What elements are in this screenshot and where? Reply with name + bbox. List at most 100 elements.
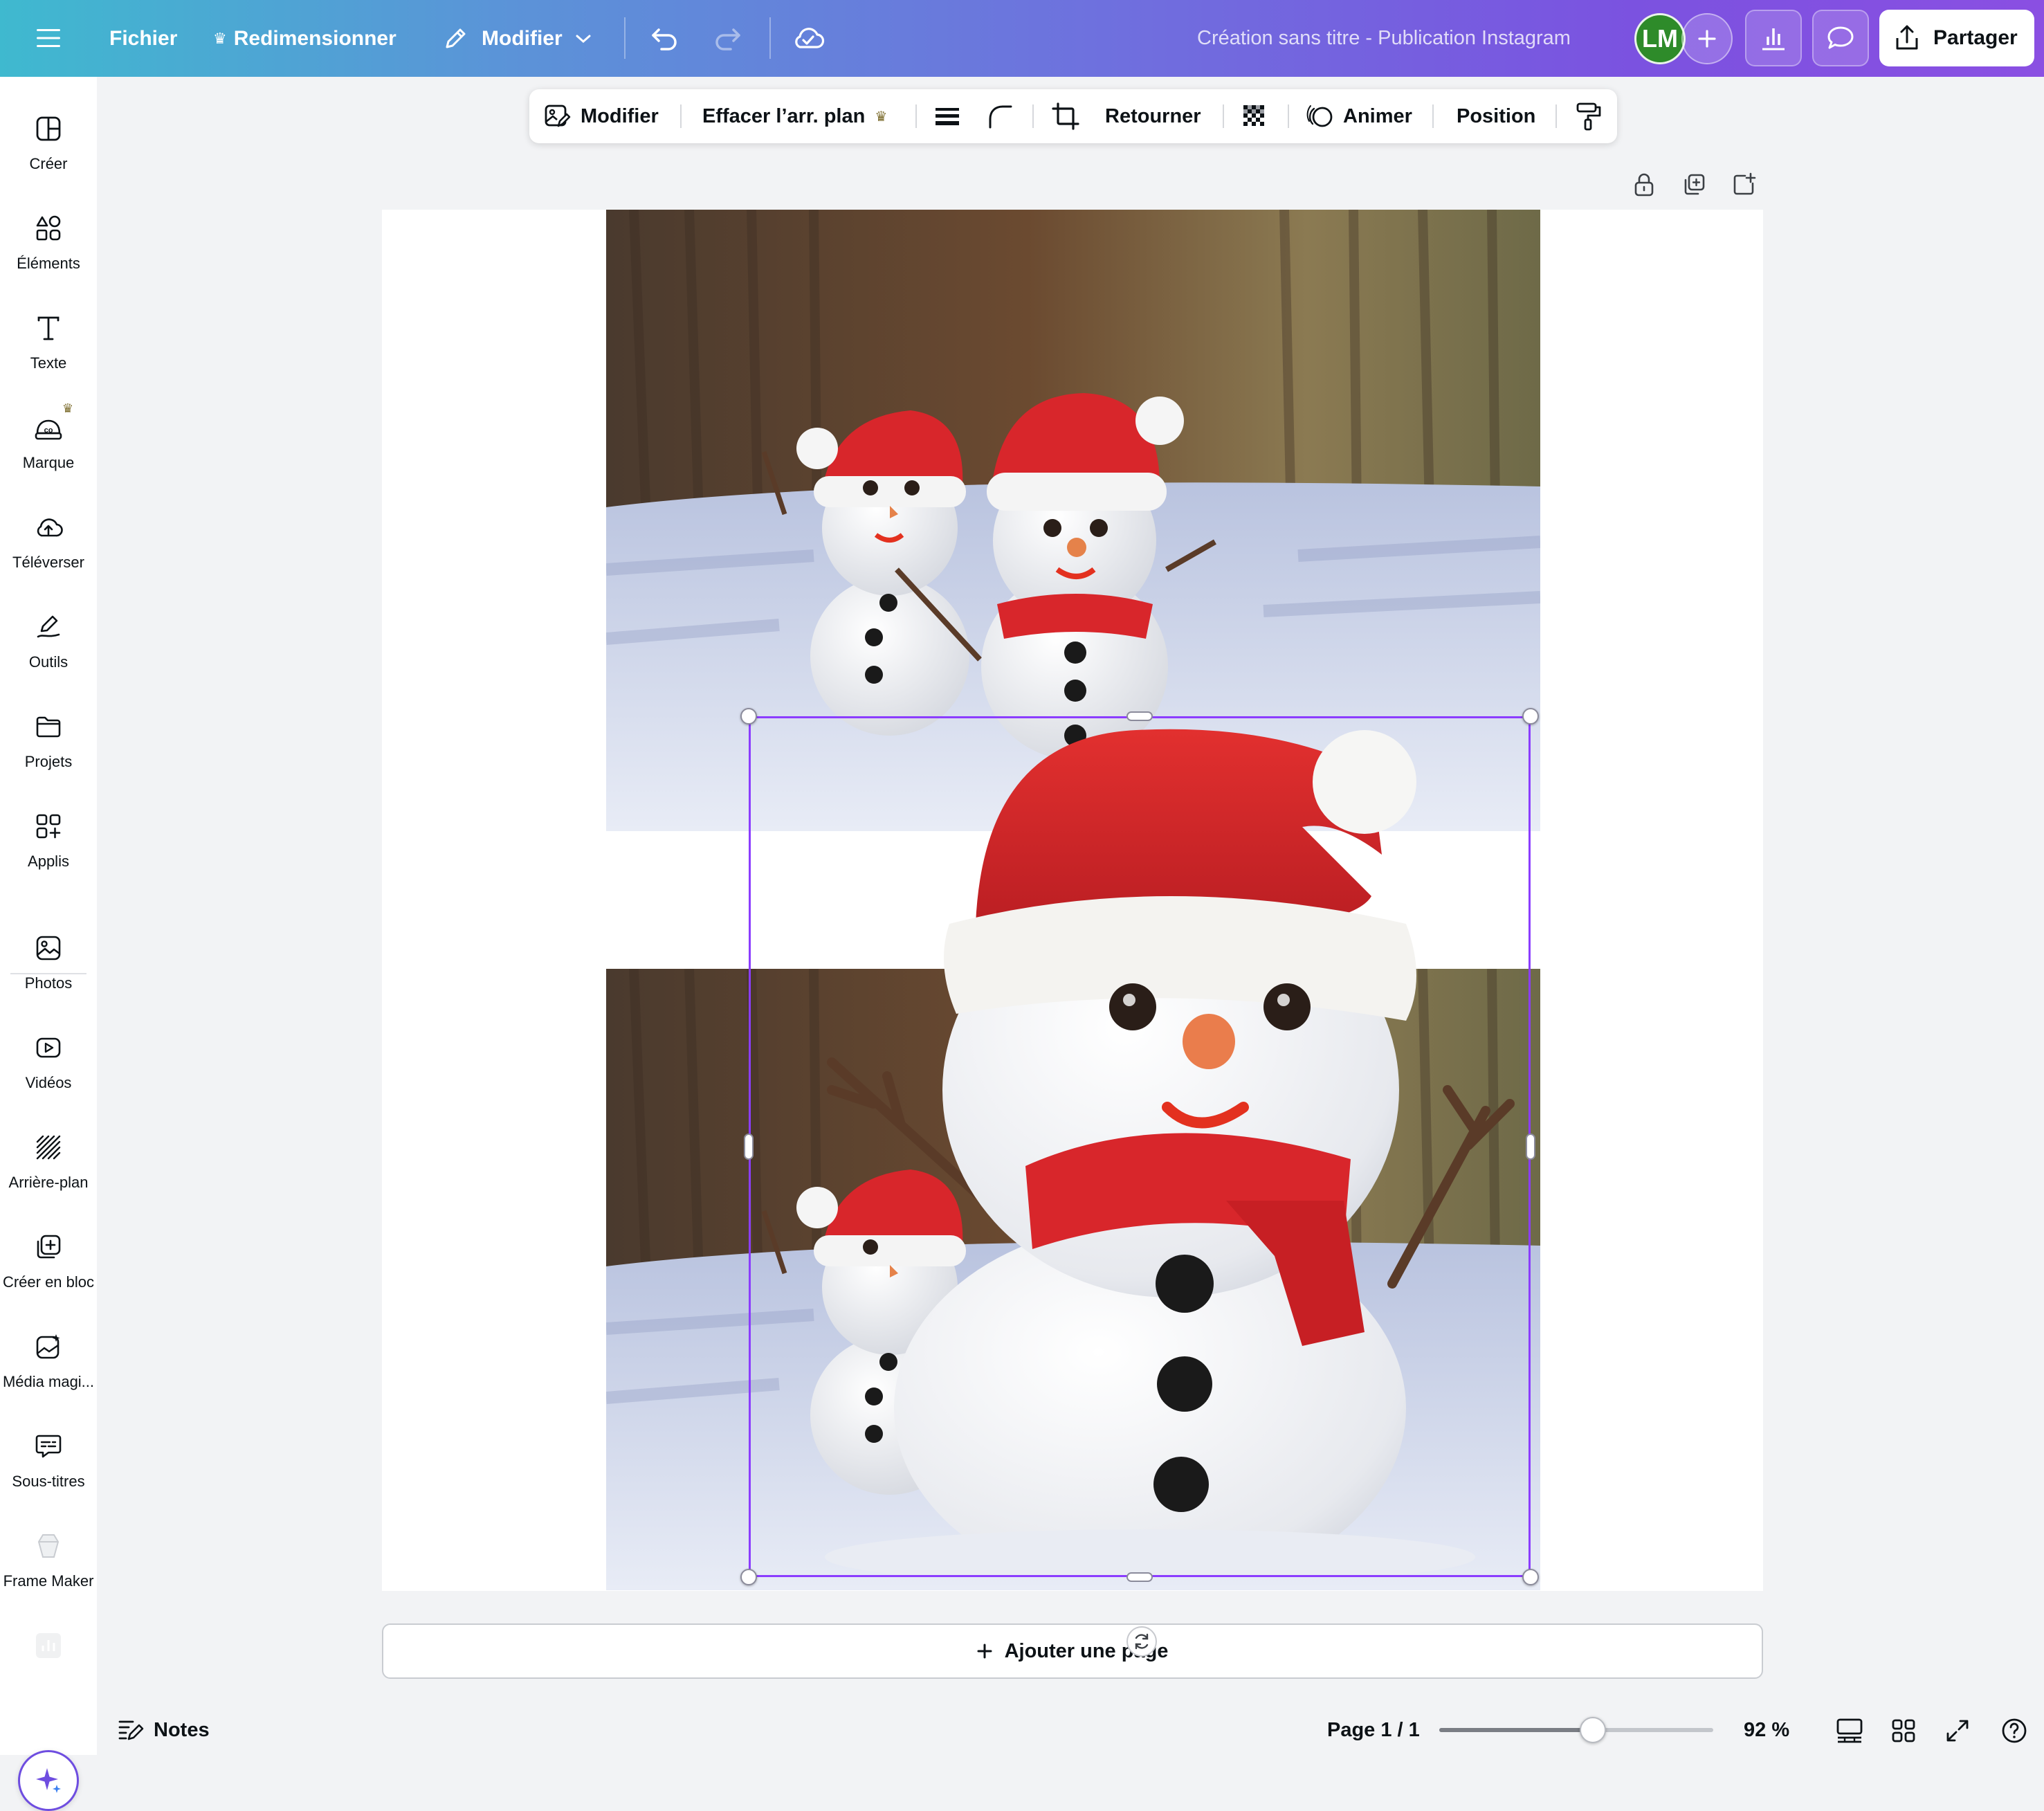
toolbar-divider [624, 17, 626, 59]
grid-view-icon[interactable] [1888, 1715, 1919, 1747]
help-icon[interactable] [1998, 1715, 2030, 1747]
toolbar-divider [1288, 104, 1289, 128]
sidebar-item-photos[interactable]: Photos [0, 927, 97, 992]
selection-frame [749, 716, 1531, 1577]
sidebar-item-upload[interactable]: Téléverser [0, 507, 97, 572]
resize-handle-top-left[interactable] [740, 708, 757, 725]
file-menu[interactable]: Fichier [109, 0, 177, 77]
crop-button[interactable] [1051, 89, 1080, 143]
undo-icon[interactable] [645, 19, 684, 57]
resize-handle-top[interactable] [1126, 711, 1153, 721]
lock-icon[interactable] [1628, 169, 1660, 201]
transparency-button[interactable] [1241, 89, 1268, 143]
toolbar-divider [1432, 104, 1434, 128]
resize-handle-top-right[interactable] [1522, 708, 1539, 725]
sidebar-item-create[interactable]: Créer [0, 108, 97, 173]
hamburger-menu-icon[interactable] [29, 19, 68, 57]
animate-button[interactable]: Animer [1306, 89, 1412, 143]
position-button[interactable]: Position [1457, 89, 1535, 143]
edit-image-icon [543, 102, 571, 130]
zoom-slider-track[interactable] [1439, 1728, 1713, 1732]
sidebar-item-label: Marque [22, 454, 75, 471]
zoom-level[interactable]: 92 % [1744, 1713, 1789, 1747]
sidebar-item-magic-media[interactable]: Média magi... [0, 1326, 97, 1391]
chart-app-icon [28, 1625, 69, 1666]
transparency-icon [1241, 102, 1268, 130]
sidebar-item-label: Applis [28, 853, 69, 870]
sidebar-item-brand[interactable]: co ♛ Marque [0, 401, 97, 472]
magic-assistant-button[interactable] [18, 1750, 79, 1811]
invite-button[interactable] [1681, 13, 1733, 64]
sidebar-item-label: Outils [28, 653, 69, 671]
copy-style-button[interactable] [1574, 89, 1603, 143]
border-lines-icon [933, 102, 961, 130]
sidebar-item-label: Téléverser [12, 554, 84, 571]
edit-mode-button[interactable]: Modifier [441, 0, 592, 77]
background-icon [28, 1127, 69, 1168]
sidebar-item-frame-maker[interactable]: Frame Maker [0, 1525, 97, 1590]
plus-icon [977, 1644, 992, 1659]
rotate-icon[interactable] [1126, 1626, 1157, 1657]
chevron-down-icon [575, 33, 592, 44]
resize-button[interactable]: ♛ Redimensionner [213, 0, 396, 77]
resize-handle-bottom-left[interactable] [740, 1569, 757, 1585]
toolbar-divider [915, 104, 917, 128]
frame-maker-icon [28, 1525, 69, 1567]
share-button[interactable]: Partager [1879, 10, 2034, 66]
flip-button[interactable]: Retourner [1105, 89, 1201, 143]
sidebar-item-text[interactable]: Texte [0, 307, 97, 372]
sidebar-item-elements[interactable]: Éléments [0, 208, 97, 273]
resize-label: Redimensionner [233, 26, 396, 50]
document-title[interactable]: Création sans titre - Publication Instag… [1197, 0, 1571, 77]
apps-icon [28, 806, 69, 847]
page-indicator[interactable]: Page 1 / 1 [1327, 1713, 1420, 1747]
share-label: Partager [1933, 26, 2018, 49]
video-icon [28, 1027, 69, 1068]
resize-handle-right[interactable] [1526, 1134, 1535, 1160]
image-context-toolbar: Modifier Effacer l’arr. plan ♛ Retourner… [529, 89, 1617, 143]
sidebar-item-tools[interactable]: Outils [0, 606, 97, 671]
sidebar-item-label: Média magi... [2, 1373, 95, 1390]
sidebar-item-videos[interactable]: Vidéos [0, 1027, 97, 1092]
sidebar-item-label: Sous-titres [12, 1473, 85, 1490]
duplicate-page-icon[interactable] [1678, 169, 1710, 201]
fullscreen-icon[interactable] [1942, 1715, 1973, 1747]
photo-icon [28, 927, 69, 969]
avatar[interactable]: LM [1634, 13, 1686, 64]
sidebar-item-apps[interactable]: Applis [0, 806, 97, 871]
cloud-saved-icon[interactable] [789, 19, 828, 57]
sidebar-item-more[interactable] [0, 1625, 97, 1666]
add-page-button[interactable]: Ajouter une page [382, 1623, 1763, 1679]
corner-radius-icon [986, 102, 1014, 130]
sidebar-item-label: Éléments [17, 255, 80, 272]
sidebar-item-bulk-create[interactable]: Créer en bloc [0, 1226, 97, 1291]
toolbar-divider [680, 104, 682, 128]
sidebar-item-projects[interactable]: Projets [0, 706, 97, 771]
bulk-create-icon [28, 1226, 69, 1268]
sidebar-item-background[interactable]: Arrière-plan [0, 1127, 97, 1192]
top-bar: Fichier ♛ Redimensionner Modifier Créati… [0, 0, 2044, 77]
text-icon [28, 307, 69, 349]
border-style-button[interactable] [933, 89, 961, 143]
zoom-slider-thumb[interactable] [1579, 1717, 1606, 1743]
toolbar-divider [1555, 104, 1557, 128]
corner-rounding-button[interactable] [986, 89, 1014, 143]
sidebar-item-captions[interactable]: Sous-titres [0, 1426, 97, 1491]
notes-button[interactable]: Notes [118, 1713, 210, 1747]
page-view-icon[interactable] [1834, 1715, 1865, 1747]
resize-handle-bottom[interactable] [1126, 1572, 1153, 1582]
edit-image-button[interactable]: Modifier [543, 89, 659, 143]
cloud-upload-icon [28, 507, 69, 548]
add-page-icon[interactable] [1728, 169, 1760, 201]
notes-label: Notes [154, 1718, 210, 1741]
insights-button[interactable] [1745, 10, 1802, 66]
bg-remover-button[interactable]: Effacer l’arr. plan ♛ [702, 89, 887, 143]
resize-handle-left[interactable] [744, 1134, 754, 1160]
toolbar-divider [1223, 104, 1224, 128]
resize-handle-bottom-right[interactable] [1522, 1569, 1539, 1585]
notes-icon [118, 1718, 144, 1742]
crop-icon [1051, 102, 1080, 131]
comments-button[interactable] [1812, 10, 1869, 66]
crown-icon: ♛ [62, 401, 73, 415]
redo-icon[interactable] [709, 19, 747, 57]
